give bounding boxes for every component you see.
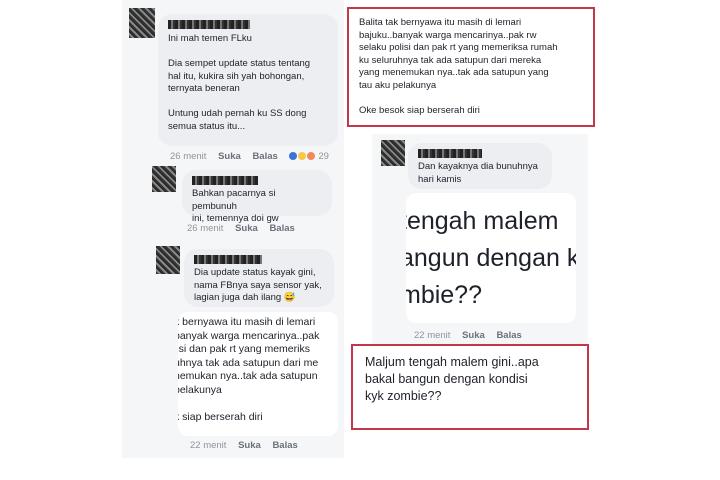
reply-button[interactable]: Balas [496,330,521,341]
reply-button[interactable]: Balas [272,440,297,451]
quoted-status-text: k bernyawa itu masih di lemari banyak wa… [178,316,320,424]
like-button[interactable]: Suka [462,330,485,341]
like-reaction-icon [289,152,298,160]
reply-button[interactable]: Balas [252,151,277,162]
comment-text: Dia update status kayak gini, nama FBnya… [194,267,322,303]
screenshot-attachment[interactable]: tengah malem angun dengan k mbie?? [406,193,576,323]
sad-reaction-icon [306,152,315,160]
status-screenshot-box: Maljum tengah malem gini..apa bakal bang… [351,344,589,430]
comment-text: Dan kayaknya dia bunuhnya hari kamis [418,161,538,185]
like-button[interactable]: Suka [235,223,258,234]
censored-name[interactable] [194,255,262,264]
reaction-icons[interactable] [289,151,315,162]
comment-time: 26 menit [170,151,207,162]
like-button[interactable]: Suka [238,440,261,451]
comment-bubble: Bahkan pacarnya si pembunuh ini, temenny… [182,170,332,224]
comment-text: Ini mah temen FLku Dia sempet update sta… [168,33,311,132]
commenter-avatar[interactable] [152,166,176,192]
status-screenshot-box: Balita tak bernyawa itu masih di lemari … [347,7,595,127]
censored-name[interactable] [192,176,258,185]
comment-meta: 26 menit Suka Balas [187,223,304,234]
comment-time: 22 menit [414,330,451,341]
comment-time: 22 menit [190,440,227,451]
comment-text: Bahkan pacarnya si pembunuh ini, temenny… [192,188,279,224]
comment-time: 26 menit [187,223,224,234]
censored-name[interactable] [418,149,482,158]
haha-reaction-icon [298,152,307,160]
zoomed-status-text: tengah malem angun dengan k mbie?? [406,207,576,309]
comment-meta: 22 menit Suka Balas [414,330,531,341]
censored-name[interactable] [168,20,250,29]
commenter-avatar[interactable] [381,140,405,166]
reaction-count: 29 [318,151,329,162]
commenter-avatar[interactable] [156,246,180,274]
comment-meta: 22 menit Suka Balas [190,440,307,451]
comment-meta: 26 menit Suka Balas 29 [170,151,338,162]
comment-bubble: Ini mah temen FLku Dia sempet update sta… [158,14,338,146]
screenshot-attachment[interactable]: k bernyawa itu masih di lemari banyak wa… [178,312,338,436]
comment-bubble: Dia update status kayak gini, nama FBnya… [184,249,334,307]
commenter-avatar[interactable] [129,8,155,38]
like-button[interactable]: Suka [218,151,241,162]
reply-button[interactable]: Balas [269,223,294,234]
comment-bubble: Dan kayaknya dia bunuhnya hari kamis [408,143,552,189]
